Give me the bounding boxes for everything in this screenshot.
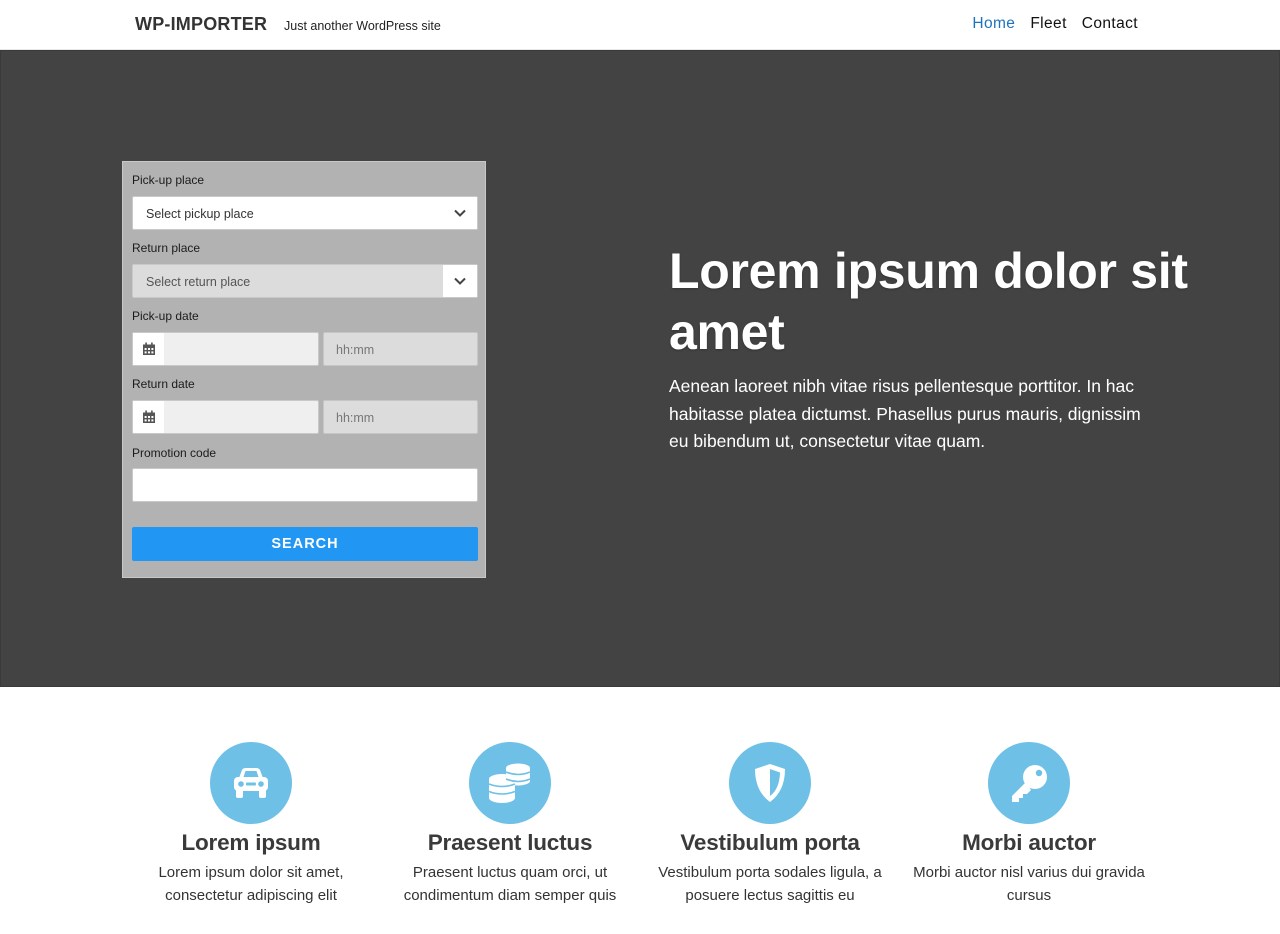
shield-icon bbox=[729, 742, 811, 824]
feature-card: Praesent luctus Praesent luctus quam orc… bbox=[385, 742, 635, 907]
pickup-time-placeholder: hh:mm bbox=[336, 343, 375, 357]
return-place-select[interactable]: Select return place bbox=[132, 264, 478, 298]
pickup-date-label: Pick-up date bbox=[132, 309, 199, 323]
features-section: Lorem ipsum Lorem ipsum dolor sit amet, … bbox=[0, 687, 1280, 934]
nav-home[interactable]: Home bbox=[972, 15, 1015, 33]
feature-text: Lorem ipsum dolor sit amet, consectetur … bbox=[158, 864, 344, 904]
site-tagline: Just another WordPress site bbox=[284, 19, 441, 33]
chevron-down-icon bbox=[443, 197, 477, 229]
return-date-label: Return date bbox=[132, 377, 195, 391]
return-date-input[interactable] bbox=[132, 400, 319, 434]
pickup-date-input[interactable] bbox=[132, 332, 319, 366]
coins-icon bbox=[469, 742, 551, 824]
site-title[interactable]: WP-IMPORTER bbox=[135, 14, 267, 35]
calendar-icon bbox=[133, 401, 164, 433]
feature-card: Morbi auctor Morbi auctor nisl varius du… bbox=[904, 742, 1154, 907]
feature-text: Morbi auctor nisl varius dui gravida cur… bbox=[913, 864, 1145, 904]
feature-title: Praesent luctus bbox=[427, 830, 593, 855]
pickup-time-input[interactable]: hh:mm bbox=[323, 332, 478, 366]
chevron-down-icon bbox=[443, 265, 477, 297]
pickup-place-select[interactable]: Select pickup place bbox=[132, 196, 478, 230]
feature-title: Morbi auctor bbox=[962, 830, 1096, 855]
feature-title: Lorem ipsum bbox=[181, 830, 321, 855]
feature-title: Vestibulum porta bbox=[680, 830, 860, 855]
site-header: WP-IMPORTER Just another WordPress site … bbox=[0, 0, 1280, 50]
hero-text: Aenean laoreet nibh vitae risus pellente… bbox=[669, 376, 1141, 451]
pickup-place-label: Pick-up place bbox=[132, 173, 205, 187]
main-nav: Home Fleet Contact bbox=[972, 15, 1138, 33]
feature-text: Vestibulum porta sodales ligula, a posue… bbox=[658, 864, 882, 904]
nav-contact[interactable]: Contact bbox=[1082, 15, 1138, 33]
nav-fleet[interactable]: Fleet bbox=[1030, 15, 1066, 33]
feature-card: Lorem ipsum Lorem ipsum dolor sit amet, … bbox=[126, 742, 376, 907]
car-icon bbox=[210, 742, 292, 824]
return-time-input[interactable]: hh:mm bbox=[323, 400, 478, 434]
feature-text: Praesent luctus quam orci, ut condimentu… bbox=[403, 864, 617, 904]
promotion-code-input[interactable] bbox=[132, 468, 478, 502]
calendar-icon bbox=[133, 333, 164, 365]
return-place-label: Return place bbox=[132, 241, 201, 255]
hero-section: Pick-up place Select pickup place Return… bbox=[0, 50, 1280, 687]
feature-card: Vestibulum porta Vestibulum porta sodale… bbox=[645, 742, 895, 907]
hero-title: Lorem ipsum dolor sit amet bbox=[669, 243, 1188, 360]
booking-form: Pick-up place Select pickup place Return… bbox=[122, 161, 486, 578]
promotion-code-label: Promotion code bbox=[132, 446, 217, 460]
return-place-value: Select return place bbox=[146, 275, 251, 289]
search-button[interactable]: SEARCH bbox=[132, 527, 478, 561]
key-icon bbox=[988, 742, 1070, 824]
return-time-placeholder: hh:mm bbox=[336, 411, 375, 425]
pickup-place-value: Select pickup place bbox=[146, 207, 254, 221]
